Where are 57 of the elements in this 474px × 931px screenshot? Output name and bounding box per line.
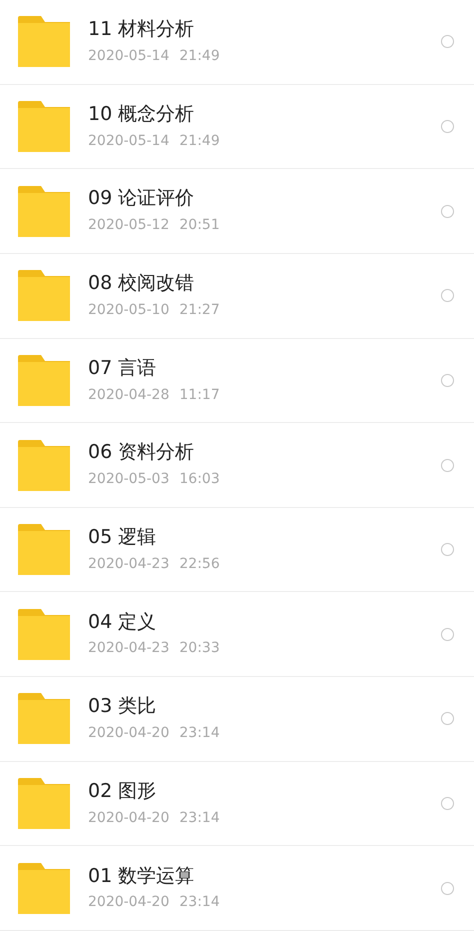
folder-icon	[18, 862, 70, 914]
folder-name: 10 概念分析	[88, 102, 196, 127]
modified-time: 21:49	[179, 48, 220, 66]
modified-time: 23:14	[179, 894, 220, 912]
select-radio[interactable]	[441, 628, 454, 641]
folder-name: 11 材料分析	[88, 18, 196, 42]
folder-icon	[18, 270, 70, 322]
modified-date: 2020-04-28	[88, 386, 170, 404]
folder-name: 04 定义	[88, 610, 158, 634]
select-radio[interactable]	[441, 120, 454, 133]
modified-date: 2020-05-03	[88, 471, 170, 489]
folder-name: 06 资料分析	[88, 441, 196, 466]
modified-time: 20:51	[179, 217, 220, 235]
select-radio[interactable]	[441, 797, 454, 810]
select-radio[interactable]	[441, 35, 454, 48]
modified-date: 2020-04-23	[88, 640, 170, 658]
modified-time: 21:49	[179, 132, 220, 150]
select-radio[interactable]	[441, 458, 454, 472]
select-radio[interactable]	[441, 374, 454, 387]
folder-name: 03 类比	[88, 695, 158, 720]
modified-date: 2020-05-14	[88, 132, 170, 150]
modified-date: 2020-05-14	[88, 48, 170, 66]
folder-icon	[18, 16, 70, 68]
modified-time: 23:14	[179, 810, 220, 828]
folder-name: 09 论证评价	[88, 187, 196, 212]
modified-time: 22:56	[179, 556, 220, 574]
folder-row[interactable]: 10 概念分析 2020-05-14 21:49	[0, 84, 474, 170]
folder-name: 08 校阅改错	[88, 272, 196, 296]
modified-time: 23:14	[179, 725, 220, 743]
folder-name: 01 数学运算	[88, 864, 196, 888]
modified-time: 16:03	[179, 471, 220, 489]
modified-date: 2020-04-20	[88, 894, 170, 912]
select-radio[interactable]	[441, 882, 454, 895]
modified-time: 20:33	[179, 640, 220, 658]
modified-date: 2020-05-10	[88, 302, 170, 320]
modified-date: 2020-05-12	[88, 217, 170, 235]
modified-date: 2020-04-23	[88, 556, 170, 574]
folder-icon	[18, 524, 70, 576]
modified-date: 2020-04-20	[88, 725, 170, 743]
select-radio[interactable]	[441, 543, 454, 556]
folder-icon	[18, 186, 70, 237]
modified-date: 2020-04-20	[88, 810, 170, 828]
folder-name: 02 图形	[88, 780, 158, 804]
folder-icon	[18, 608, 70, 660]
select-radio[interactable]	[441, 204, 454, 218]
modified-time: 11:17	[179, 386, 220, 404]
folder-name: 07 言语	[88, 356, 158, 380]
folder-icon	[18, 354, 70, 406]
modified-time: 21:27	[179, 302, 220, 320]
folder-row[interactable]: 07 言语 2020-04-28 11:17	[0, 338, 474, 424]
folder-icon	[18, 778, 70, 830]
select-radio[interactable]	[441, 712, 454, 726]
folder-icon	[18, 100, 70, 152]
folder-icon	[18, 693, 70, 744]
folder-name: 05 逻辑	[88, 526, 158, 550]
folder-icon	[18, 440, 70, 491]
select-radio[interactable]	[441, 289, 454, 302]
